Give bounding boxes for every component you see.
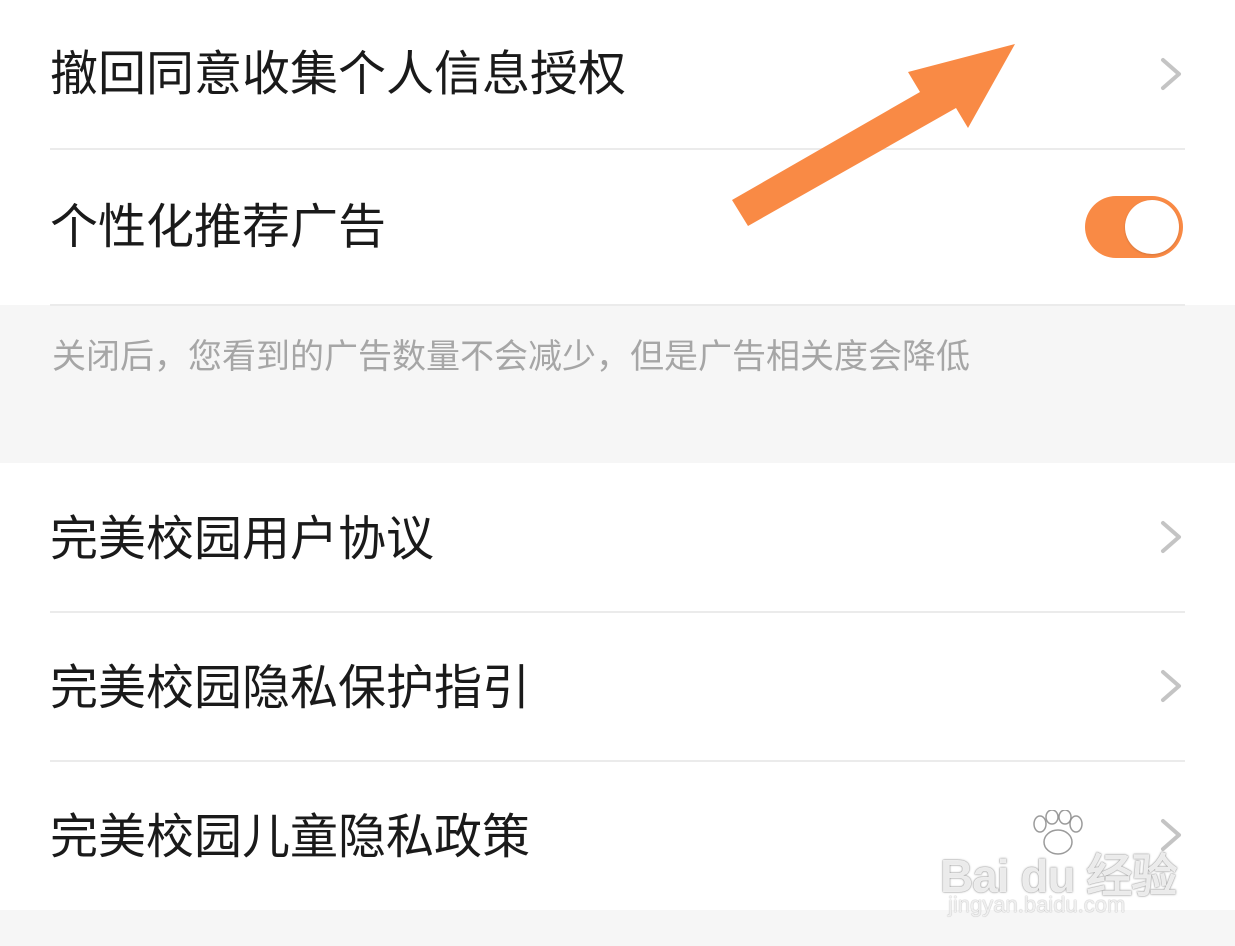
personalized-ads-row: 个性化推荐广告 [0,149,1235,305]
children-privacy-label: 完美校园儿童隐私政策 [50,809,531,865]
privacy-guide-label: 完美校园隐私保护指引 [50,660,531,716]
legal-links-card: 完美校园用户协议 完美校园隐私保护指引 完美校园儿童隐私政策 [0,463,1235,910]
privacy-guide-row[interactable]: 完美校园隐私保护指引 [0,612,1235,760]
personalized-ads-label: 个性化推荐广告 [50,199,387,255]
chevron-right-icon [1161,819,1181,851]
privacy-settings-card: 撤回同意收集个人信息授权 个性化推荐广告 [0,0,1235,306]
user-agreement-row[interactable]: 完美校园用户协议 [0,463,1235,611]
chevron-right-icon [1161,58,1181,90]
chevron-right-icon [1161,670,1181,702]
children-privacy-row[interactable]: 完美校园儿童隐私政策 [0,761,1235,910]
settings-page: 撤回同意收集个人信息授权 个性化推荐广告 关闭后，您看到的广告数量不会减少，但是… [0,0,1235,946]
divider [50,304,1185,306]
ads-hint-text: 关闭后，您看到的广告数量不会减少，但是广告相关度会降低 [52,337,970,377]
revoke-consent-label: 撤回同意收集个人信息授权 [50,46,627,102]
personalized-ads-toggle[interactable] [1085,196,1183,258]
revoke-consent-row[interactable]: 撤回同意收集个人信息授权 [0,0,1235,148]
chevron-right-icon [1161,521,1181,553]
user-agreement-label: 完美校园用户协议 [50,511,435,567]
toggle-knob [1125,200,1179,254]
